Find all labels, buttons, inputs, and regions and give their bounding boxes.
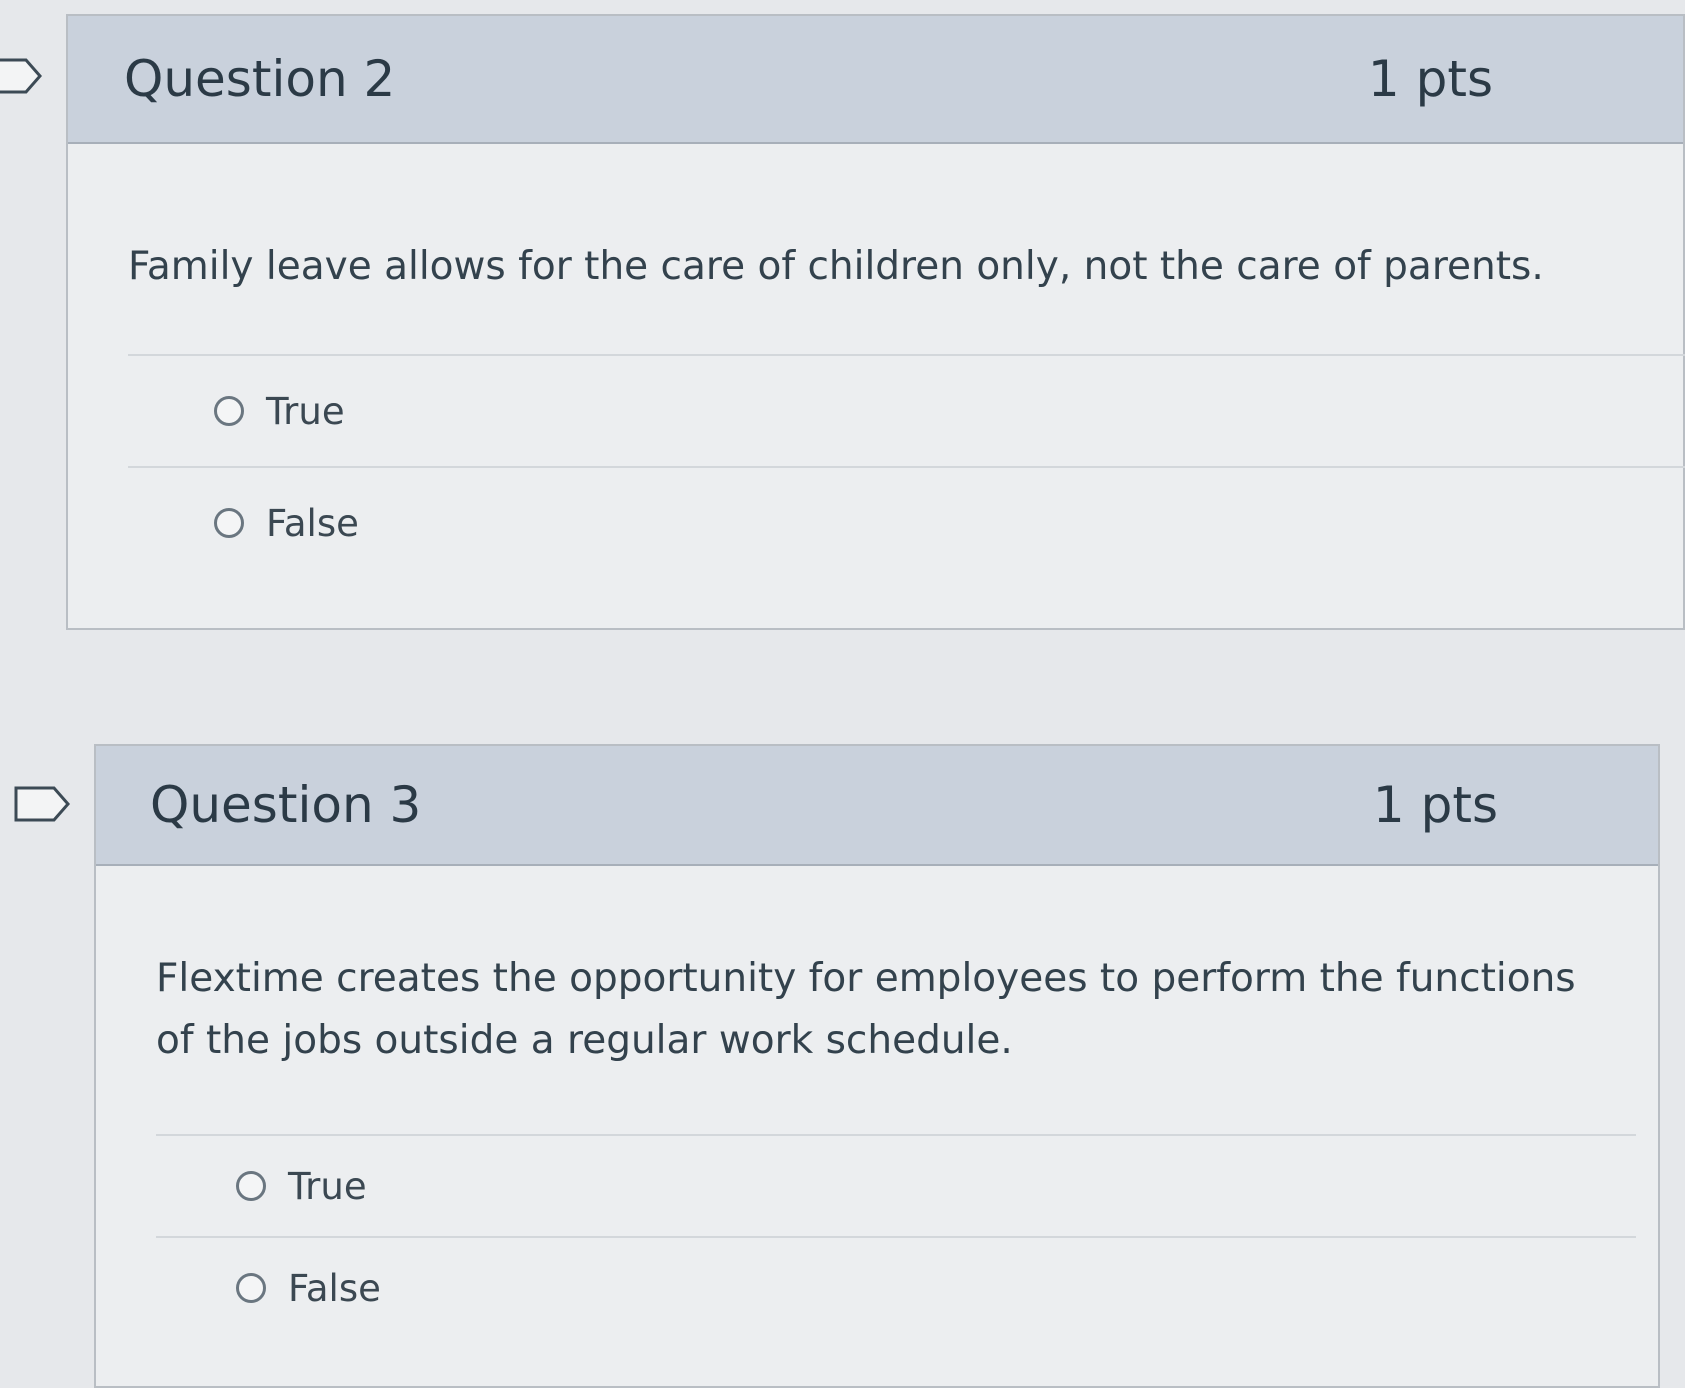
answer-option-false[interactable]: False — [156, 1236, 1636, 1338]
question-header: Question 3 1 pts — [96, 746, 1658, 866]
question-3-card: Question 3 1 pts Flextime creates the op… — [94, 744, 1660, 1388]
answer-label: True — [266, 389, 345, 433]
answer-label: False — [288, 1266, 381, 1310]
answer-option-true[interactable]: True — [156, 1134, 1636, 1236]
question-text: Flextime creates the opportunity for emp… — [156, 956, 1576, 1063]
question-title: Question 3 — [150, 776, 422, 834]
radio-unchecked-icon[interactable] — [236, 1273, 266, 1303]
answer-list: True False — [156, 1134, 1636, 1338]
answer-option-true[interactable]: True — [128, 354, 1685, 466]
radio-unchecked-icon[interactable] — [214, 508, 244, 538]
answer-label: False — [266, 501, 359, 545]
flag-question-2-icon[interactable] — [0, 58, 42, 94]
question-points: 1 pts — [1367, 50, 1493, 108]
question-text: Family leave allows for the care of chil… — [128, 244, 1544, 289]
answer-option-false[interactable]: False — [128, 466, 1685, 578]
radio-unchecked-icon[interactable] — [236, 1171, 266, 1201]
answer-label: True — [288, 1164, 367, 1208]
question-header: Question 2 1 pts — [68, 16, 1683, 144]
radio-unchecked-icon[interactable] — [214, 396, 244, 426]
answer-list: True False — [128, 354, 1685, 578]
question-title: Question 2 — [124, 50, 396, 108]
question-points: 1 pts — [1372, 776, 1498, 834]
flag-question-3-icon[interactable] — [14, 786, 70, 822]
question-2-card: Question 2 1 pts Family leave allows for… — [66, 14, 1685, 630]
